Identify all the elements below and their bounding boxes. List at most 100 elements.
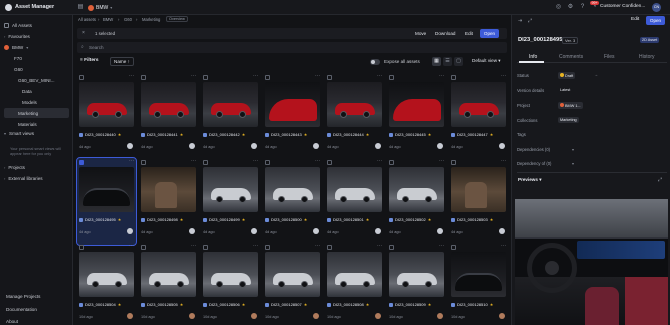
- asset-card[interactable]: ··· DI23_000128440 ★ 4d ago: [77, 73, 136, 160]
- card-checkbox[interactable]: [141, 160, 146, 165]
- move-button[interactable]: Move: [415, 31, 426, 36]
- asset-thumbnail[interactable]: [389, 252, 444, 297]
- sidebar-item-external-libraries[interactable]: › External libraries: [4, 174, 43, 183]
- more-icon[interactable]: ···: [253, 73, 258, 79]
- card-checkbox[interactable]: [265, 160, 270, 165]
- card-checkbox[interactable]: [79, 75, 84, 80]
- more-icon[interactable]: ···: [315, 243, 320, 249]
- sidebar-item-g60-bev[interactable]: G60_BEV_MINI...: [18, 76, 55, 85]
- asset-card[interactable]: ··· DI23_000128444 ★ 4d ago: [325, 73, 384, 160]
- asset-card[interactable]: ··· DI23_000128502 ★ 4d ago: [387, 158, 446, 245]
- asset-thumbnail[interactable]: [451, 167, 506, 212]
- expose-all-toggle[interactable]: [370, 59, 380, 65]
- open-button[interactable]: Open: [480, 29, 499, 38]
- more-icon[interactable]: ···: [129, 158, 134, 164]
- star-icon[interactable]: ★: [242, 217, 246, 222]
- card-checkbox[interactable]: [79, 160, 84, 165]
- asset-card[interactable]: ··· DI23_000128442 ★ 4d ago: [201, 73, 260, 160]
- close-icon[interactable]: ×: [82, 30, 85, 36]
- previews-toggle[interactable]: Previews ▾: [518, 177, 542, 183]
- card-checkbox[interactable]: [203, 75, 208, 80]
- asset-thumbnail[interactable]: [79, 167, 134, 212]
- more-icon[interactable]: ···: [315, 158, 320, 164]
- asset-thumbnail[interactable]: [203, 82, 258, 127]
- asset-card[interactable]: ··· DI23_000128504 ★ 10d ago: [77, 243, 136, 325]
- card-checkbox[interactable]: [327, 75, 332, 80]
- asset-card[interactable]: ··· DI23_000128509 ★ 10d ago: [387, 243, 446, 325]
- sidebar-item-materials[interactable]: Materials: [18, 120, 37, 129]
- sidebar-item-g60[interactable]: G60: [14, 65, 23, 74]
- asset-thumbnail[interactable]: [203, 167, 258, 212]
- asset-thumbnail[interactable]: [265, 252, 320, 297]
- manage-projects-link[interactable]: Manage Projects: [6, 294, 40, 299]
- settings-icon[interactable]: ⚙: [566, 3, 575, 12]
- asset-card[interactable]: ··· DI23_000128443 ★ 4d ago: [263, 73, 322, 160]
- asset-thumbnail[interactable]: [79, 252, 134, 297]
- card-checkbox[interactable]: [265, 245, 270, 250]
- more-icon[interactable]: ···: [501, 243, 506, 249]
- more-icon[interactable]: ···: [377, 243, 382, 249]
- asset-card[interactable]: ··· DI23_000128441 ★ 4d ago: [139, 73, 198, 160]
- asset-card[interactable]: ··· DI23_000128498 ★ 4d ago: [139, 158, 198, 245]
- more-icon[interactable]: ···: [315, 73, 320, 79]
- grid-view-icon[interactable]: ▦: [432, 57, 441, 66]
- search-input[interactable]: [89, 43, 489, 52]
- asset-card[interactable]: ··· DI23_000128447 ★ 4d ago: [449, 73, 508, 160]
- sidebar-item-favourites[interactable]: › Favourites: [4, 32, 30, 41]
- star-icon[interactable]: ★: [304, 132, 308, 137]
- filters-button[interactable]: ≡ Filters: [80, 58, 99, 63]
- user-name[interactable]: Customer Confiden...: [600, 4, 645, 9]
- breadcrumb-marketing[interactable]: Marketing: [142, 17, 160, 22]
- card-checkbox[interactable]: [389, 75, 394, 80]
- tab-info[interactable]: Info: [529, 54, 537, 60]
- expand-icon[interactable]: ⤢: [528, 18, 532, 24]
- app-logo-icon[interactable]: [5, 4, 12, 11]
- card-checkbox[interactable]: [451, 245, 456, 250]
- help-icon[interactable]: ?: [578, 3, 587, 12]
- star-icon[interactable]: ★: [304, 302, 308, 307]
- asset-card[interactable]: ··· DI23_000128506 ★ 10d ago: [201, 243, 260, 325]
- asset-thumbnail[interactable]: [327, 82, 382, 127]
- star-icon[interactable]: ★: [118, 217, 122, 222]
- tab-history[interactable]: History: [639, 54, 655, 60]
- star-icon[interactable]: ★: [242, 302, 246, 307]
- more-icon[interactable]: ···: [439, 158, 444, 164]
- sidebar-item-marketing[interactable]: Marketing: [18, 109, 38, 118]
- card-checkbox[interactable]: [327, 245, 332, 250]
- asset-thumbnail[interactable]: [389, 82, 444, 127]
- panel-edit-button[interactable]: Edit: [631, 17, 639, 22]
- chevron-down-icon[interactable]: ▾: [572, 147, 574, 152]
- globe-icon[interactable]: ◎: [554, 3, 563, 12]
- breadcrumb-g60[interactable]: G60: [124, 17, 132, 22]
- expand-preview-icon[interactable]: ⤢: [658, 177, 662, 183]
- more-icon[interactable]: ···: [129, 73, 134, 79]
- star-icon[interactable]: ★: [490, 132, 494, 137]
- more-icon[interactable]: ···: [253, 243, 258, 249]
- asset-thumbnail[interactable]: [327, 252, 382, 297]
- star-icon[interactable]: ★: [490, 217, 494, 222]
- sidebar-item-projects[interactable]: › Projects: [4, 163, 25, 172]
- card-checkbox[interactable]: [327, 160, 332, 165]
- breadcrumb-all-assets[interactable]: All assets: [78, 17, 96, 22]
- dependencies-label[interactable]: Dependencies (0): [517, 147, 550, 152]
- card-checkbox[interactable]: [389, 245, 394, 250]
- more-icon[interactable]: ···: [129, 243, 134, 249]
- asset-thumbnail[interactable]: [141, 82, 196, 127]
- view-selector[interactable]: Default view ▾: [472, 58, 501, 64]
- asset-thumbnail[interactable]: [265, 167, 320, 212]
- more-icon[interactable]: ···: [439, 73, 444, 79]
- sort-button[interactable]: Name ↑: [110, 57, 134, 66]
- star-icon[interactable]: ★: [366, 132, 370, 137]
- edit-button[interactable]: Edit: [465, 31, 473, 36]
- star-icon[interactable]: ★: [118, 302, 122, 307]
- card-checkbox[interactable]: [79, 245, 84, 250]
- star-icon[interactable]: ★: [428, 132, 432, 137]
- card-checkbox[interactable]: [265, 75, 270, 80]
- asset-card[interactable]: ··· DI23_000128501 ★ 4d ago: [325, 158, 384, 245]
- card-checkbox[interactable]: [141, 245, 146, 250]
- asset-thumbnail[interactable]: [265, 82, 320, 127]
- brand-switcher[interactable]: BMW ▾: [88, 3, 112, 12]
- more-icon[interactable]: ···: [191, 243, 196, 249]
- star-icon[interactable]: ★: [366, 217, 370, 222]
- project-chip[interactable]: BMW 1...: [558, 102, 583, 109]
